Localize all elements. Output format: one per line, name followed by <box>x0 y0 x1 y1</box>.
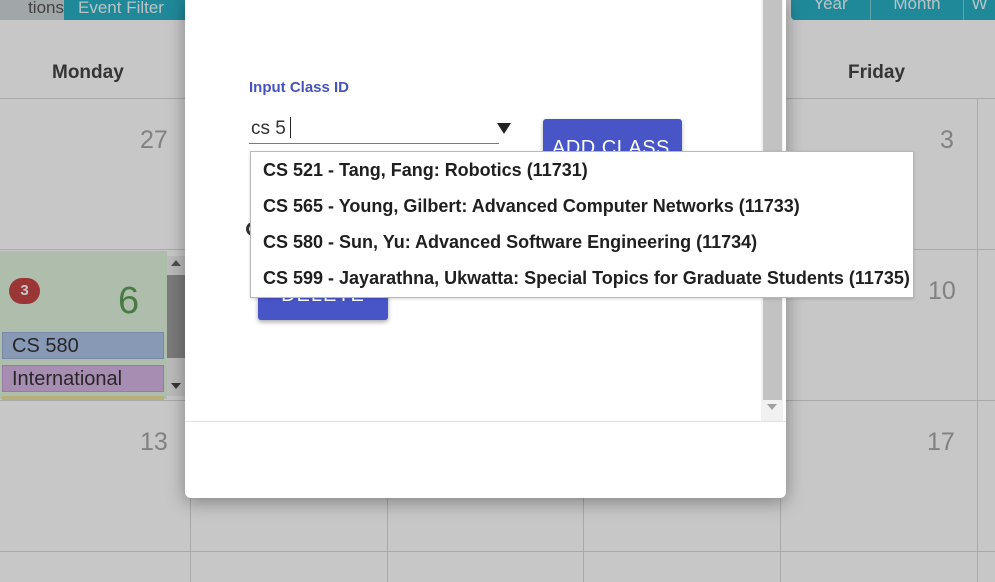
text-caret <box>290 117 291 138</box>
modal-footer-divider <box>185 421 786 422</box>
triangle-down-icon[interactable] <box>497 123 511 134</box>
suggestion-cs565[interactable]: CS 565 - Young, Gilbert: Advanced Comput… <box>251 188 913 224</box>
class-id-label: Input Class ID <box>249 79 350 96</box>
arrow-down-icon[interactable] <box>767 404 777 410</box>
class-suggestions-list: CS 521 - Tang, Fang: Robotics (11731) CS… <box>250 151 914 298</box>
class-id-input[interactable] <box>249 114 499 144</box>
suggestion-cs521[interactable]: CS 521 - Tang, Fang: Robotics (11731) <box>251 152 913 188</box>
suggestion-cs599[interactable]: CS 599 - Jayarathna, Ukwatta: Special To… <box>251 260 913 296</box>
suggestion-cs580[interactable]: CS 580 - Sun, Yu: Advanced Software Engi… <box>251 224 913 260</box>
